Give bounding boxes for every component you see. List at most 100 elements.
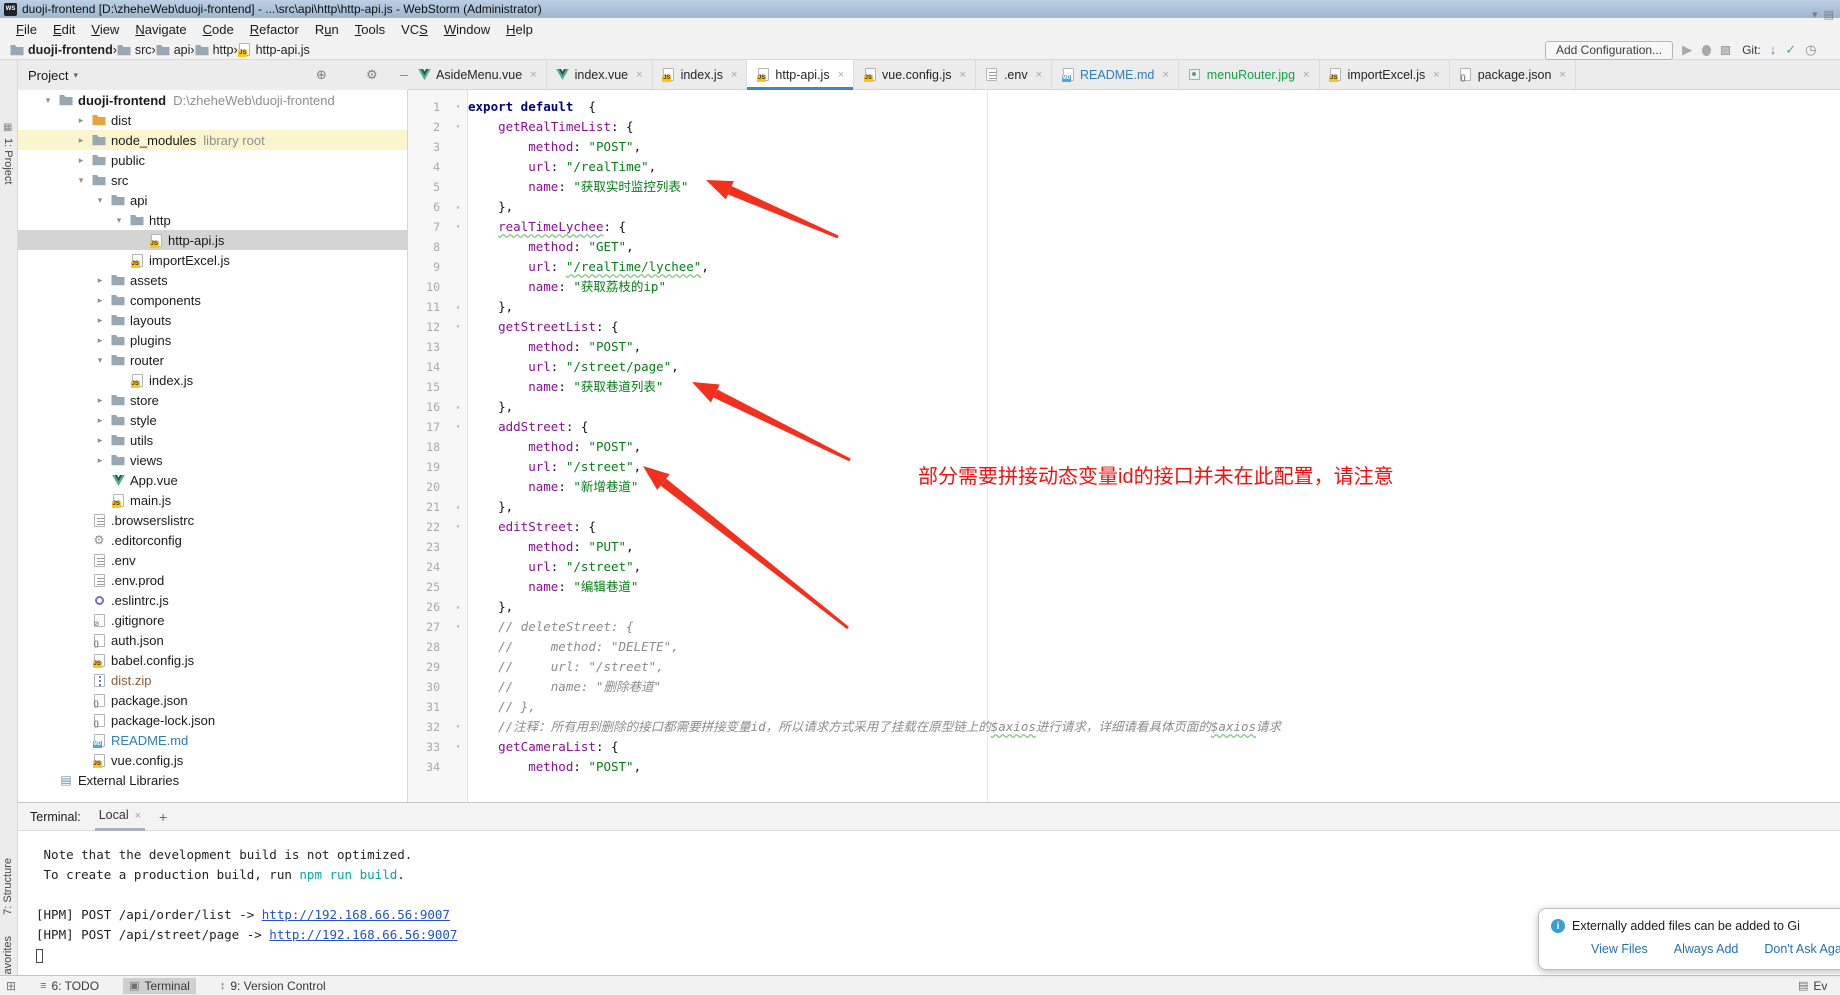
fold-icon[interactable]: ▴ [448,297,468,317]
notification-action-always-add[interactable]: Always Add [1674,942,1739,956]
chevron-expanded-icon[interactable]: ▾ [94,195,106,206]
tree-item-api[interactable]: ▾api [18,190,407,210]
fold-icon[interactable]: ▾ [448,737,468,757]
tree-item-auth-json[interactable]: {}auth.json [18,630,407,650]
close-icon[interactable]: × [1433,69,1439,81]
chevron-collapsed-icon[interactable]: ▸ [94,435,106,446]
run-icon[interactable]: ▶ [1682,41,1692,59]
tree-item-env[interactable]: .env [18,550,407,570]
close-icon[interactable]: × [1036,69,1042,81]
tree-item-duoji-frontend[interactable]: ▾duoji-frontendD:\zheheWeb\duoji-fronten… [18,90,407,110]
tree-item-external-libraries[interactable]: ▤External Libraries [18,770,407,790]
tab-readme-md[interactable]: MDREADME.md× [1052,60,1179,89]
close-icon[interactable]: × [1559,69,1565,81]
tab-http-api-js[interactable]: JShttp-api.js× [747,60,854,89]
fold-icon[interactable]: ▾ [448,617,468,637]
fold-icon[interactable]: ▴ [448,597,468,617]
tree-item-utils[interactable]: ▸utils [18,430,407,450]
chevron-down-icon[interactable]: ▾ [73,70,78,81]
menu-item-code[interactable]: Code [195,20,242,39]
tree-item-layouts[interactable]: ▸layouts [18,310,407,330]
chevron-collapsed-icon[interactable]: ▸ [75,135,87,146]
statusbar-9-version-control[interactable]: ↕9: Version Control [214,978,332,994]
tree-item-editorconfig[interactable]: ⚙.editorconfig [18,530,407,550]
chevron-collapsed-icon[interactable]: ▸ [94,315,106,326]
tree-item-http[interactable]: ▾http [18,210,407,230]
fold-icon[interactable]: ▾ [448,117,468,137]
tree-item-eslintrc-js[interactable]: .eslintrc.js [18,590,407,610]
tree-item-node-modules[interactable]: ▸node_moduleslibrary root [18,130,407,150]
tab-asidemenu-vue[interactable]: AsideMenu.vue× [408,60,547,89]
tab-index-js[interactable]: JSindex.js× [653,60,748,89]
tab-index-vue[interactable]: index.vue× [547,60,653,89]
project-panel-title[interactable]: Project [28,68,68,83]
tab-overflow-icons[interactable]: ▾ ▤ [1812,8,1834,21]
git-commit-icon[interactable]: ✓ [1785,41,1796,59]
terminal-link[interactable]: http://192.168.66.56:9007 [269,927,457,942]
terminal-link[interactable]: http://192.168.66.56:9007 [262,907,450,922]
event-log-widget[interactable]: ▤Ev [1798,979,1827,993]
menu-item-help[interactable]: Help [498,20,541,39]
tree-item-importexcel-js[interactable]: JSimportExcel.js [18,250,407,270]
tree-item-package-lock-json[interactable]: {}package-lock.json [18,710,407,730]
fold-icon[interactable]: ▾ [448,317,468,337]
close-icon[interactable]: × [530,69,536,81]
chevron-collapsed-icon[interactable]: ▸ [94,455,106,466]
tree-item-browserslistrc[interactable]: .browserslistrc [18,510,407,530]
close-icon[interactable]: × [1303,69,1309,81]
tab-menurouter-jpg[interactable]: menuRouter.jpg× [1179,60,1320,89]
tree-item-readme-md[interactable]: MDREADME.md [18,730,407,750]
tree-item-store[interactable]: ▸store [18,390,407,410]
tab-importexcel-js[interactable]: JSimportExcel.js× [1320,60,1450,89]
tree-item-vue-config-js[interactable]: JSvue.config.js [18,750,407,770]
tree-item-main-js[interactable]: JSmain.js [18,490,407,510]
breadcrumb-src[interactable]: src [117,43,152,57]
fold-icon[interactable]: ▾ [448,217,468,237]
tree-item-app-vue[interactable]: App.vue [18,470,407,490]
fold-icon[interactable]: ▾ [448,517,468,537]
close-icon[interactable]: × [731,69,737,81]
toolwindow-switcher-icon[interactable]: ⊞ [6,979,16,993]
tree-item-components[interactable]: ▸components [18,290,407,310]
breadcrumb-duoji-frontend[interactable]: duoji-frontend [10,43,113,57]
breadcrumb-api[interactable]: api [156,43,191,57]
statusbar-6-todo[interactable]: ≡6: TODO [34,978,105,994]
fold-icon[interactable]: ▾ [448,97,468,117]
tree-item-views[interactable]: ▸views [18,450,407,470]
locate-file-icon[interactable]: ⊕ [316,67,327,83]
tree-item-env-prod[interactable]: .env.prod [18,570,407,590]
tree-item-babel-config-js[interactable]: JSbabel.config.js [18,650,407,670]
close-icon[interactable]: × [1162,69,1168,81]
breadcrumb-http[interactable]: http [195,43,234,57]
tree-item-dist-zip[interactable]: dist.zip [18,670,407,690]
tree-item-gitignore[interactable]: ⊘.gitignore [18,610,407,630]
chevron-expanded-icon[interactable]: ▾ [94,355,106,366]
menu-item-navigate[interactable]: Navigate [127,20,194,39]
menu-item-tools[interactable]: Tools [347,20,393,39]
close-icon[interactable]: × [960,69,966,81]
menu-item-window[interactable]: Window [436,20,498,39]
tree-item-router[interactable]: ▾router [18,350,407,370]
chevron-collapsed-icon[interactable]: ▸ [94,295,106,306]
tab-env[interactable]: .env× [976,60,1052,89]
statusbar-terminal[interactable]: ▣Terminal [123,978,196,994]
tree-item-dist[interactable]: ▸dist [18,110,407,130]
debug-icon[interactable] [1702,45,1711,56]
tree-item-style[interactable]: ▸style [18,410,407,430]
tree-item-assets[interactable]: ▸assets [18,270,407,290]
chevron-collapsed-icon[interactable]: ▸ [94,395,106,406]
stop-icon[interactable] [1721,46,1730,55]
tab-vue-config-js[interactable]: JSvue.config.js× [854,60,976,89]
new-terminal-icon[interactable]: + [159,809,167,825]
tab-package-json[interactable]: {}package.json× [1450,60,1576,89]
tree-item-package-json[interactable]: {}package.json [18,690,407,710]
chevron-collapsed-icon[interactable]: ▸ [94,275,106,286]
toolwindow-button-project[interactable]: 1: Project [2,138,14,184]
notification-action-view-files[interactable]: View Files [1591,942,1648,956]
chevron-expanded-icon[interactable]: ▾ [42,95,54,106]
menu-item-edit[interactable]: Edit [45,20,83,39]
fold-icon[interactable]: ▾ [448,717,468,737]
chevron-collapsed-icon[interactable]: ▸ [94,335,106,346]
tree-item-public[interactable]: ▸public [18,150,407,170]
history-clock-icon[interactable]: ◷ [1805,41,1816,59]
